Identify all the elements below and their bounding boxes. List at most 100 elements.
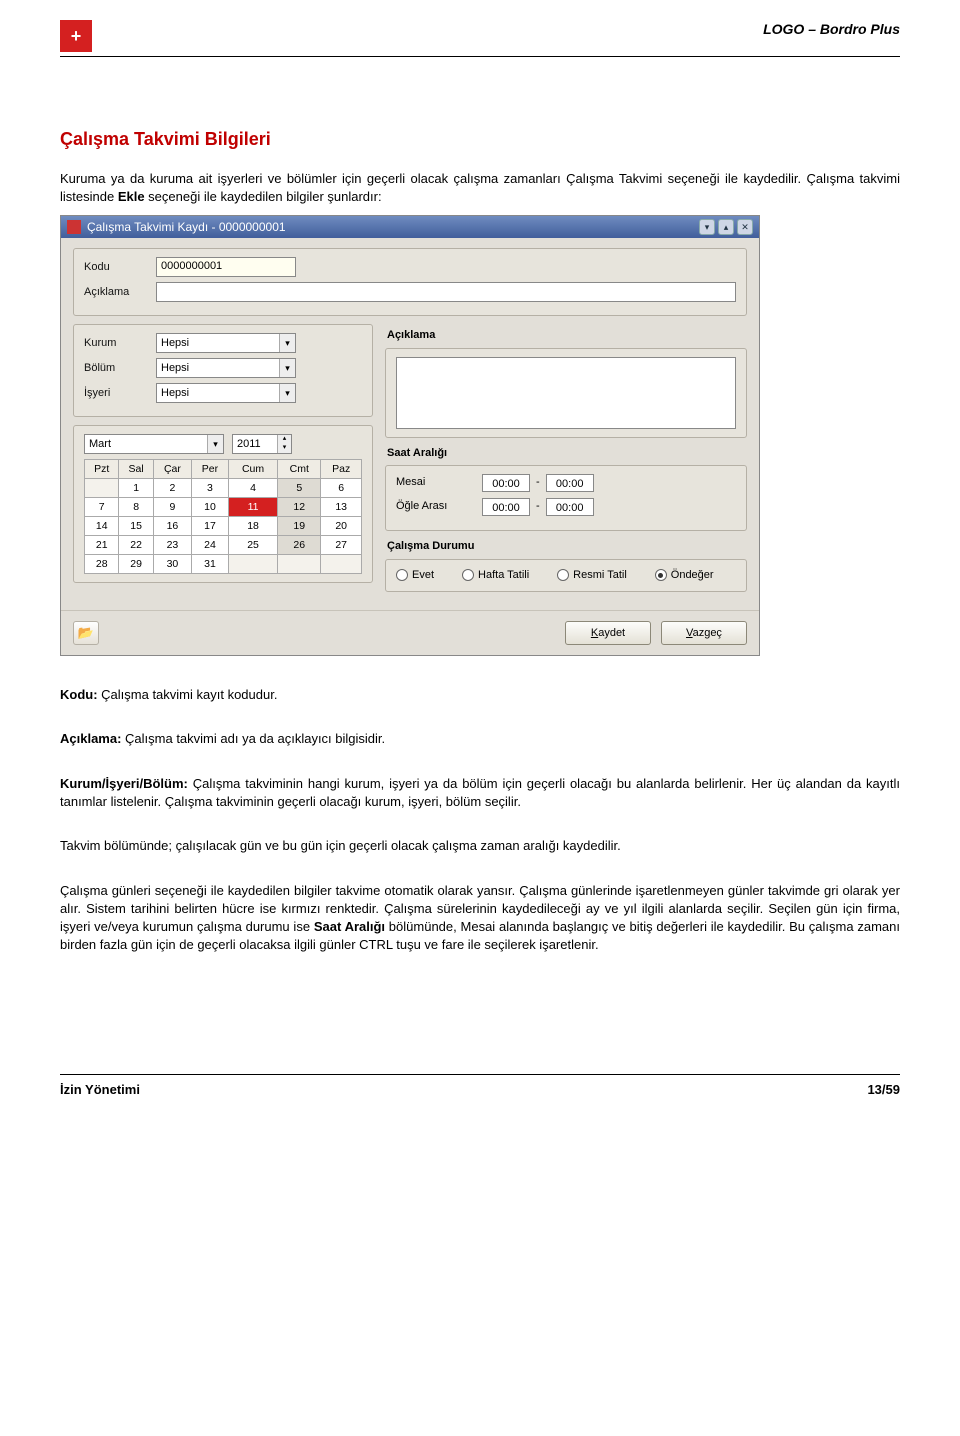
maximize-button[interactable]: ▴	[718, 219, 734, 235]
kurum-select[interactable]: Hepsi ▾	[156, 333, 296, 353]
def-kib-label: Kurum/İşyeri/Bölüm:	[60, 776, 188, 791]
chevron-down-icon[interactable]: ▾	[279, 384, 295, 402]
month-select[interactable]: Mart ▾	[84, 434, 224, 454]
calendar-cell[interactable]: 15	[119, 517, 153, 536]
bolum-value: Hepsi	[157, 361, 279, 376]
spin-up-icon[interactable]: ▴	[277, 435, 291, 444]
bolum-select[interactable]: Hepsi ▾	[156, 358, 296, 378]
calendar-group: Mart ▾ 2011 ▴ ▾ PztSalÇarPerCumCmtPaz	[73, 425, 373, 583]
calendar-table[interactable]: PztSalÇarPerCumCmtPaz 123456789101112131…	[84, 459, 362, 574]
intro-paragraph: Kuruma ya da kuruma ait işyerleri ve böl…	[60, 170, 900, 206]
radio-label: Resmi Tatil	[573, 568, 627, 583]
calendar-cell	[85, 479, 119, 498]
mesai-start-input[interactable]: 00:00	[482, 474, 530, 492]
def-aciklama-text: Çalışma takvimi adı ya da açıklayıcı bil…	[121, 731, 385, 746]
month-value: Mart	[85, 437, 207, 452]
calendar-day-header: Pzt	[85, 460, 119, 479]
radio-evet[interactable]: Evet	[396, 568, 434, 583]
kodu-input[interactable]: 0000000001	[156, 257, 296, 277]
cancel-button[interactable]: Vazgeç	[661, 621, 747, 645]
aciklama-label: Açıklama	[84, 285, 148, 300]
calendar-cell[interactable]: 7	[85, 498, 119, 517]
calendar-cell[interactable]: 23	[153, 536, 191, 555]
calendar-cell[interactable]: 6	[321, 479, 362, 498]
section-title: Çalışma Takvimi Bilgileri	[60, 127, 900, 152]
calendar-cell[interactable]: 22	[119, 536, 153, 555]
calendar-cell[interactable]: 3	[192, 479, 229, 498]
calendar-cell[interactable]: 5	[278, 479, 321, 498]
para-last-bold: Saat Aralığı	[314, 919, 385, 934]
footer-right: 13/59	[867, 1081, 900, 1099]
calendar-cell[interactable]: 1	[119, 479, 153, 498]
calendar-cell[interactable]: 27	[321, 536, 362, 555]
calendar-cell[interactable]: 16	[153, 517, 191, 536]
calendar-day-header: Sal	[119, 460, 153, 479]
chevron-down-icon[interactable]: ▾	[279, 359, 295, 377]
calendar-cell[interactable]: 17	[192, 517, 229, 536]
isyeri-select[interactable]: Hepsi ▾	[156, 383, 296, 403]
year-spinner[interactable]: 2011 ▴ ▾	[232, 434, 292, 454]
calendar-cell	[321, 555, 362, 574]
calendar-cell[interactable]: 9	[153, 498, 191, 517]
window-app-icon	[67, 220, 81, 234]
calendar-cell[interactable]: 18	[228, 517, 277, 536]
calendar-cell[interactable]: 11	[228, 498, 277, 517]
calendar-cell[interactable]: 30	[153, 555, 191, 574]
close-button[interactable]: ✕	[737, 219, 753, 235]
right-aciklama-textarea[interactable]	[396, 357, 736, 429]
calendar-cell[interactable]: 29	[119, 555, 153, 574]
def-kib: Kurum/İşyeri/Bölüm: Çalışma takviminin h…	[60, 775, 900, 811]
calendar-cell[interactable]: 28	[85, 555, 119, 574]
dash: -	[536, 499, 540, 514]
calendar-day-header: Cmt	[278, 460, 321, 479]
def-kodu-text: Çalışma takvimi kayıt kodudur.	[98, 687, 278, 702]
isyeri-label: İşyeri	[84, 386, 148, 401]
calendar-cell[interactable]: 13	[321, 498, 362, 517]
calendar-cell[interactable]: 26	[278, 536, 321, 555]
intro-tail: seçeneği ile kaydedilen bilgiler şunlard…	[145, 189, 382, 204]
save-button[interactable]: Kaydet	[565, 621, 651, 645]
minimize-button[interactable]: ▾	[699, 219, 715, 235]
calendar-cell[interactable]: 19	[278, 517, 321, 536]
ogle-end-input[interactable]: 00:00	[546, 498, 594, 516]
ogle-start-input[interactable]: 00:00	[482, 498, 530, 516]
window-titlebar[interactable]: Çalışma Takvimi Kaydı - 0000000001 ▾ ▴ ✕	[61, 216, 759, 239]
footer-left: İzin Yönetimi	[60, 1081, 140, 1099]
kurum-value: Hepsi	[157, 336, 279, 351]
calendar-cell[interactable]: 2	[153, 479, 191, 498]
mesai-end-input[interactable]: 00:00	[546, 474, 594, 492]
year-value: 2011	[233, 437, 277, 452]
mesai-label: Mesai	[396, 475, 476, 490]
calendar-cell[interactable]: 10	[192, 498, 229, 517]
page-header: + LOGO – Bordro Plus	[60, 20, 900, 57]
calendar-cell[interactable]: 8	[119, 498, 153, 517]
saat-araligi-group: Mesai 00:00 - 00:00 Öğle Arası 00:00 - 0…	[385, 465, 747, 531]
window-footer: 📂 Kaydet Vazgeç	[61, 610, 759, 655]
spin-down-icon[interactable]: ▾	[277, 444, 291, 453]
calendar-cell[interactable]: 21	[85, 536, 119, 555]
bolum-label: Bölüm	[84, 361, 148, 376]
calendar-cell[interactable]: 20	[321, 517, 362, 536]
radio-icon	[655, 569, 667, 581]
radio-resmi-tatil[interactable]: Resmi Tatil	[557, 568, 627, 583]
calendar-cell[interactable]: 14	[85, 517, 119, 536]
calisma-durumu-group: Evet Hafta Tatili Resmi Tatil Öndeğ	[385, 559, 747, 592]
calendar-cell[interactable]: 4	[228, 479, 277, 498]
ogle-label: Öğle Arası	[396, 499, 476, 514]
chevron-down-icon[interactable]: ▾	[207, 435, 223, 453]
isyeri-value: Hepsi	[157, 386, 279, 401]
calendar-cell	[278, 555, 321, 574]
calendar-cell	[228, 555, 277, 574]
open-icon[interactable]: 📂	[73, 621, 99, 645]
calendar-cell[interactable]: 12	[278, 498, 321, 517]
window-title: Çalışma Takvimi Kaydı - 0000000001	[87, 219, 286, 236]
radio-ondeger[interactable]: Öndeğer	[655, 568, 714, 583]
def-aciklama-label: Açıklama:	[60, 731, 121, 746]
calendar-cell[interactable]: 25	[228, 536, 277, 555]
calendar-cell[interactable]: 31	[192, 555, 229, 574]
chevron-down-icon[interactable]: ▾	[279, 334, 295, 352]
aciklama-input[interactable]	[156, 282, 736, 302]
header-group: Kodu 0000000001 Açıklama	[73, 248, 747, 316]
radio-hafta-tatili[interactable]: Hafta Tatili	[462, 568, 529, 583]
calendar-cell[interactable]: 24	[192, 536, 229, 555]
